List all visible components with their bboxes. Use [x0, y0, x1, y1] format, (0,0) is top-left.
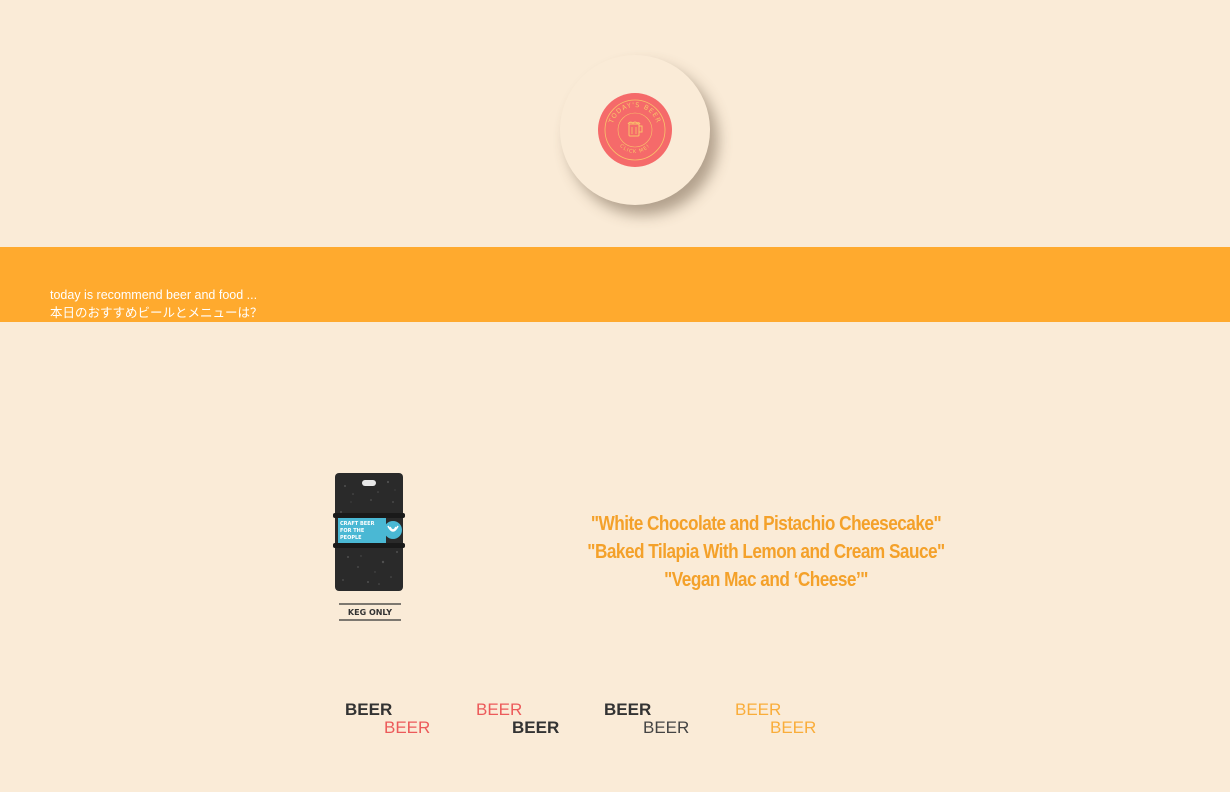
banner-line-english: today is recommend beer and food ... [50, 288, 258, 302]
svg-text:CRAFT BEER: CRAFT BEER [340, 521, 375, 527]
svg-text:FOR THE: FOR THE [340, 528, 365, 534]
beer-word: BEER [604, 700, 652, 719]
recommended-menu: "White Chocolate and Pistachio Cheesecak… [572, 510, 961, 594]
menu-item: "White Chocolate and Pistachio Cheesecak… [590, 513, 942, 535]
beer-word: BEER [345, 700, 393, 719]
menu-item: "Vegan Mac and ‘Cheese’" [664, 569, 868, 591]
svg-text:CLICK ME!: CLICK ME! [618, 143, 652, 155]
recommend-banner: today is recommend beer and food ... 本日の… [0, 247, 1230, 322]
beer-word: BEER [643, 718, 690, 737]
banner-text: today is recommend beer and food ... 本日の… [50, 286, 263, 322]
beer-mug-icon: TODAY'S BEER CLICK ME! [604, 99, 666, 161]
beer-word: BEER [770, 718, 817, 737]
banner-line-japanese: 本日のおすすめビールとメニューは？ [50, 306, 263, 320]
beer-word: BEER [735, 700, 782, 719]
keg-illustration: CRAFT BEER FOR THE PEOPLE KEG ONLY [333, 472, 407, 624]
todays-beer-badge[interactable]: TODAY'S BEER CLICK ME! [598, 93, 672, 167]
keg-icon: CRAFT BEER FOR THE PEOPLE KEG ONLY [333, 473, 405, 621]
beer-word: BEER [512, 718, 560, 737]
svg-text:KEG ONLY: KEG ONLY [348, 608, 392, 617]
beer-word: BEER [476, 700, 523, 719]
todays-beer-button[interactable]: TODAY'S BEER CLICK ME! [560, 55, 710, 205]
svg-text:PEOPLE: PEOPLE [340, 535, 362, 541]
beer-word: BEER [384, 718, 431, 737]
menu-item: "Baked Tilapia With Lemon and Cream Sauc… [587, 541, 945, 563]
